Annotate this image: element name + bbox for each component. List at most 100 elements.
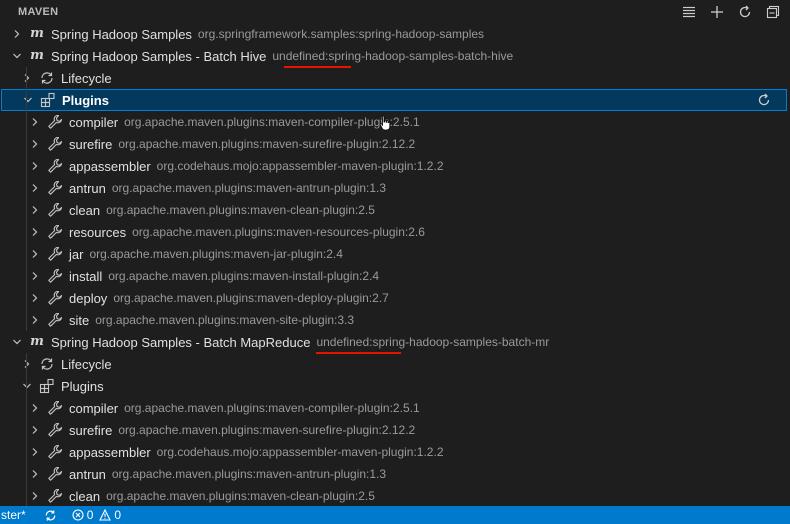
chevron-right-icon[interactable] <box>27 180 43 196</box>
chevron-down-icon[interactable] <box>9 48 25 64</box>
chevron-right-icon[interactable] <box>27 224 43 240</box>
tree-item[interactable]: Plugins <box>1 375 787 397</box>
tree-item-label: Plugins <box>61 378 104 394</box>
wrench-icon <box>47 312 63 328</box>
maven-view-header: MAVEN <box>0 0 790 24</box>
annotation-underline <box>316 352 401 354</box>
tree-item-description: org.apache.maven.plugins:maven-antrun-pl… <box>111 467 387 481</box>
tree-item-description: org.apache.maven.plugins:maven-install-p… <box>108 269 380 283</box>
tree-item[interactable]: m Spring Hadoop Samples org.springframewor… <box>1 23 787 45</box>
tree-item[interactable]: Lifecycle <box>1 353 787 375</box>
warning-icon <box>99 509 112 521</box>
chevron-right-icon[interactable] <box>27 246 43 262</box>
tree-item[interactable]: compiler org.apache.maven.plugins:maven-c… <box>1 397 787 419</box>
chevron-right-icon[interactable] <box>27 290 43 306</box>
branch-indicator[interactable]: ster* <box>1 508 26 522</box>
tree-item[interactable]: surefire org.apache.maven.plugins:maven-s… <box>1 133 787 155</box>
sync-icon[interactable] <box>44 508 58 522</box>
view-actions <box>680 3 782 21</box>
tree-item-label: antrun <box>69 466 106 482</box>
maven-tree: m Spring Hadoop Samples org.springframewor… <box>0 23 790 506</box>
chevron-down-icon[interactable] <box>19 378 35 394</box>
indent-guide <box>26 67 27 331</box>
tree-item-label: compiler <box>69 114 119 130</box>
tree-item[interactable]: Plugins <box>1 89 787 111</box>
plus-icon[interactable] <box>708 3 726 21</box>
tree-item-label: surefire <box>69 136 113 152</box>
wrench-icon <box>47 422 63 438</box>
tree-item[interactable]: Lifecycle <box>1 67 787 89</box>
tree-item-label: surefire <box>69 422 113 438</box>
tree-item-label: clean <box>69 488 101 504</box>
chevron-right-icon[interactable] <box>27 114 43 130</box>
chevron-right-icon[interactable] <box>27 444 43 460</box>
chevron-right-icon[interactable] <box>27 202 43 218</box>
tree-item[interactable]: site org.apache.maven.plugins:maven-site-… <box>1 309 787 331</box>
tree-item[interactable]: clean org.apache.maven.plugins:maven-clea… <box>1 199 787 221</box>
chevron-right-icon[interactable] <box>27 422 43 438</box>
hand-cursor-icon <box>379 115 391 131</box>
refresh-icon[interactable] <box>736 3 754 21</box>
extensions-icon <box>39 378 55 394</box>
chevron-right-icon[interactable] <box>9 26 25 42</box>
tree-item-label: Lifecycle <box>61 70 112 86</box>
chevron-right-icon[interactable] <box>27 268 43 284</box>
tree-item[interactable]: appassembler org.codehaus.mojo:appassembl… <box>1 155 787 177</box>
chevron-right-icon[interactable] <box>19 70 35 86</box>
tree-item[interactable]: m Spring Hadoop Samples - Batch MapReduce… <box>1 331 787 353</box>
tree-item[interactable]: antrun org.apache.maven.plugins:maven-ant… <box>1 177 787 199</box>
chevron-right-icon[interactable] <box>27 400 43 416</box>
tree-item[interactable]: m Spring Hadoop Samples - Batch Hive undef… <box>1 45 787 67</box>
collapse-all-icon[interactable] <box>764 3 782 21</box>
tree-item-description: org.apache.maven.plugins:maven-site-plug… <box>95 313 355 327</box>
indent-guide <box>26 353 27 506</box>
maven-icon: m <box>30 48 44 63</box>
chevron-right-icon[interactable] <box>27 136 43 152</box>
tree-item-description: org.apache.maven.plugins:maven-deploy-pl… <box>113 291 389 305</box>
tree-item[interactable]: antrun org.apache.maven.plugins:maven-ant… <box>1 463 787 485</box>
chevron-right-icon[interactable] <box>27 466 43 482</box>
wrench-icon <box>47 488 63 504</box>
tree-item-label: Spring Hadoop Samples - Batch MapReduce <box>51 334 311 350</box>
problems-indicator[interactable]: 0 0 <box>72 508 121 522</box>
chevron-down-icon[interactable] <box>9 334 25 350</box>
extensions-icon <box>40 92 56 108</box>
chevron-right-icon[interactable] <box>19 356 35 372</box>
tree-item-label: site <box>69 312 90 328</box>
lifecycle-icon <box>39 356 55 372</box>
lifecycle-icon <box>39 70 55 86</box>
wrench-icon <box>47 158 63 174</box>
list-icon[interactable] <box>680 3 698 21</box>
tree-item[interactable]: jar org.apache.maven.plugins:maven-jar-pl… <box>1 243 787 265</box>
tree-item[interactable]: appassembler org.codehaus.mojo:appassembl… <box>1 441 787 463</box>
tree-item-label: install <box>69 268 103 284</box>
tree-item-description: org.apache.maven.plugins:maven-clean-plu… <box>106 489 375 503</box>
tree-item[interactable]: clean org.apache.maven.plugins:maven-clea… <box>1 485 787 506</box>
tree-item-description: org.apache.maven.plugins:maven-antrun-pl… <box>111 181 387 195</box>
tree-item-description: undefined:spring-hadoop-samples-batch-mr <box>316 335 550 349</box>
tree-item-description: org.apache.maven.plugins:maven-surefire-… <box>118 423 416 437</box>
chevron-right-icon[interactable] <box>27 312 43 328</box>
tree-item-description: org.apache.maven.plugins:maven-compiler-… <box>124 401 420 415</box>
tree-item[interactable]: deploy org.apache.maven.plugins:maven-dep… <box>1 287 787 309</box>
tree-item-description: org.apache.maven.plugins:maven-jar-plugi… <box>89 247 343 261</box>
view-title: MAVEN <box>18 6 59 18</box>
tree-item-label: clean <box>69 202 101 218</box>
tree-item[interactable]: resources org.apache.maven.plugins:maven-… <box>1 221 787 243</box>
tree-item-description: org.apache.maven.plugins:maven-compiler-… <box>124 115 420 129</box>
tree-item[interactable]: install org.apache.maven.plugins:maven-in… <box>1 265 787 287</box>
chevron-down-icon[interactable] <box>20 92 36 108</box>
wrench-icon <box>47 400 63 416</box>
chevron-right-icon[interactable] <box>27 158 43 174</box>
tree-item[interactable]: surefire org.apache.maven.plugins:maven-s… <box>1 419 787 441</box>
refresh-icon[interactable] <box>756 92 772 108</box>
tree-item-description: org.springframework.samples:spring-hadoo… <box>197 27 485 41</box>
tree-item-description: org.apache.maven.plugins:maven-resources… <box>132 225 425 239</box>
wrench-icon <box>47 268 63 284</box>
chevron-right-icon[interactable] <box>27 488 43 504</box>
tree-item-label: Lifecycle <box>61 356 112 372</box>
tree-item-label: antrun <box>69 180 106 196</box>
tree-item-label: appassembler <box>69 158 151 174</box>
tree-item-label: compiler <box>69 400 119 416</box>
tree-item[interactable]: compiler org.apache.maven.plugins:maven-c… <box>1 111 787 133</box>
